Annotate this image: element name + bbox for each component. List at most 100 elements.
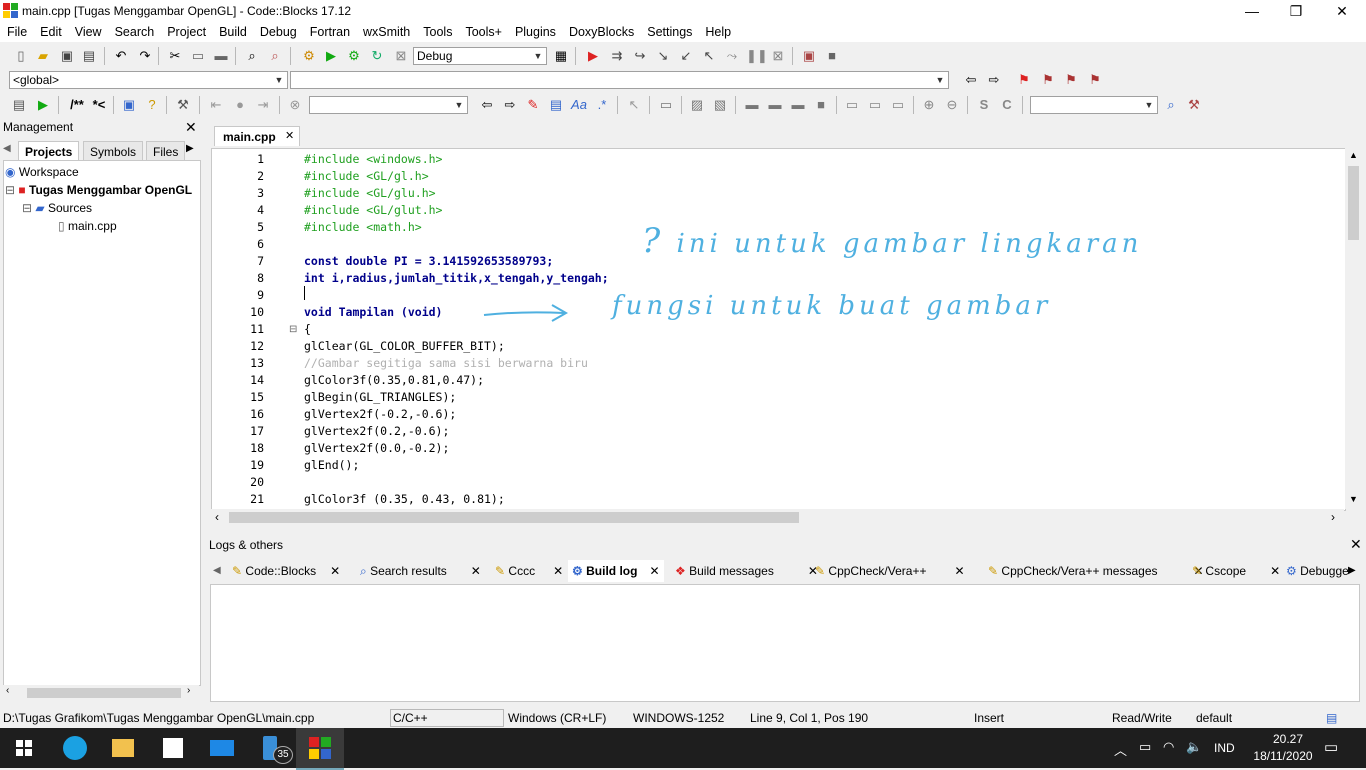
tab-files[interactable]: Files (146, 141, 186, 161)
close-tab-icon[interactable]: ✕ (649, 564, 659, 578)
debug-start-icon[interactable]: ▶ (584, 47, 602, 65)
frame-icon[interactable]: ▭ (657, 96, 675, 114)
build-target-select[interactable]: Debug ▼ (413, 47, 547, 65)
wifi-icon[interactable]: ◠ (1163, 739, 1174, 755)
paste-icon[interactable]: ▬ (212, 47, 230, 65)
code-line[interactable]: #include <GL/glu.h> (304, 186, 436, 200)
volume-icon[interactable]: 🔈 (1186, 739, 1202, 755)
debug-info-icon[interactable]: ■ (823, 47, 841, 65)
target-options-icon[interactable]: ▦ (552, 47, 570, 65)
clear-search-icon[interactable]: ⊗ (286, 96, 304, 114)
notifications-icon[interactable]: ▭ (1324, 738, 1338, 756)
bookmark-toggle-icon[interactable]: ⚑ (1015, 71, 1033, 89)
quick-search-input[interactable]: ▼ (309, 96, 468, 114)
vertical-scrollbar[interactable]: ▲ ▼ (1345, 148, 1362, 509)
taskbar-mail[interactable] (197, 728, 245, 768)
scope-select[interactable]: <global> ▼ (9, 71, 288, 89)
taskbar-store[interactable] (148, 728, 196, 768)
close-tab-icon[interactable]: ✕ (285, 129, 294, 142)
run-icon[interactable]: ▶ (322, 47, 340, 65)
rebuild-icon[interactable]: ↻ (368, 47, 386, 65)
collapse-icon[interactable]: ⊟ (22, 201, 32, 215)
s-icon[interactable]: S (975, 96, 993, 114)
undo-icon[interactable]: ↶ (112, 47, 130, 65)
search-icon[interactable]: ⌕ (1162, 96, 1180, 114)
logtab-cppcheck[interactable]: ✎ CppCheck/Vera++ ✕ (815, 560, 965, 582)
run-to-cursor-icon[interactable]: ⇉ (608, 47, 626, 65)
scroll-thumb[interactable] (27, 688, 181, 698)
logtab-build-log[interactable]: ⚙ Build log ✕ (568, 560, 664, 582)
close-tab-icon[interactable]: ✕ (471, 564, 481, 578)
logtab-cppcheck-messages[interactable]: ✎ CppCheck/Vera++ messages ✕ (988, 560, 1204, 582)
code-line[interactable]: const double PI = 3.141592653589793; (304, 254, 553, 268)
zoom-in-icon[interactable]: ⊕ (920, 96, 938, 114)
code-line[interactable]: glEnd(); (304, 458, 359, 472)
step-into-icon[interactable]: ↙ (677, 47, 695, 65)
function-select[interactable]: ▼ (290, 71, 949, 89)
tab-scroll-left-icon[interactable]: ◀ (3, 143, 11, 154)
code-line[interactable]: #include <GL/glut.h> (304, 203, 442, 217)
match-case-icon[interactable]: Aa (570, 96, 588, 114)
tree-folder-sources[interactable]: ⊟ ▰ Sources (22, 201, 92, 215)
search-next-icon[interactable]: ⇨ (501, 96, 519, 114)
menu-help[interactable]: Help (698, 22, 737, 39)
align-left-icon[interactable]: ▬ (743, 96, 761, 114)
menu-tools-plus[interactable]: Tools+ (458, 22, 507, 39)
copy-icon[interactable]: ▭ (189, 47, 207, 65)
close-tab-icon[interactable]: ✕ (330, 564, 340, 578)
doxy-block-comment-button[interactable]: /** (66, 96, 88, 114)
tab-scroll-right-icon[interactable]: ▶ (186, 143, 194, 154)
code-line[interactable]: void Tampilan (void) (304, 305, 442, 319)
code-line[interactable]: glBegin(GL_TRIANGLES); (304, 390, 456, 404)
chm-help-icon[interactable]: ? (143, 96, 161, 114)
fold-icon[interactable]: ⊟ (289, 324, 297, 335)
editor-tab-main[interactable]: main.cpp ✕ (214, 126, 300, 146)
scroll-right-icon[interactable]: › (1331, 510, 1335, 524)
save-icon[interactable]: ▣ (58, 47, 76, 65)
pointer-icon[interactable]: ↖ (625, 96, 643, 114)
code-line[interactable]: glVertex2f(0.0,-0.2); (304, 441, 449, 455)
scroll-left-icon[interactable]: ‹ (215, 510, 219, 524)
logtab-build-messages[interactable]: ❖ Build messages ✕ (675, 560, 818, 582)
close-icon[interactable]: ✕ (185, 119, 197, 136)
bookmark-clear-icon[interactable]: ⚑ (1086, 71, 1104, 89)
bookmark-next-icon[interactable]: ⚑ (1062, 71, 1080, 89)
step-out-icon[interactable]: ↖ (700, 47, 718, 65)
tab-symbols[interactable]: Symbols (83, 141, 144, 161)
tree-file-main[interactable]: ▯ main.cpp (58, 219, 117, 233)
scroll-up-icon[interactable]: ▲ (1349, 150, 1358, 160)
regex-icon[interactable]: .* (593, 96, 611, 114)
tab-projects[interactable]: Projects (18, 141, 80, 161)
code-line[interactable]: int i,radius,jumlah_titik,x_tengah,y_ten… (304, 271, 609, 285)
record-icon[interactable]: ● (231, 96, 249, 114)
align-justify-icon[interactable]: ■ (812, 96, 830, 114)
chevron-up-icon[interactable]: ︿ (1114, 740, 1127, 759)
menu-file[interactable]: File (0, 22, 33, 39)
text-frame-icon[interactable]: ▧ (711, 96, 729, 114)
menu-project[interactable]: Project (160, 22, 212, 39)
code-line[interactable]: glVertex2f(0.2,-0.6); (304, 424, 449, 438)
close-tab-icon[interactable]: ✕ (954, 564, 964, 578)
menu-doxyblocks[interactable]: DoxyBlocks (562, 22, 640, 39)
close-window-button[interactable]: ✕ (1319, 0, 1365, 22)
code-line[interactable]: glClear(GL_COLOR_BUFFER_BIT); (304, 339, 505, 353)
clock-time[interactable]: 20.27 (1262, 732, 1314, 746)
taskbar-edge[interactable] (50, 728, 98, 768)
build-run-icon[interactable]: ⚙ (345, 47, 363, 65)
new-file-icon[interactable]: ▯ (12, 47, 30, 65)
doxywizard-icon[interactable]: ▤ (10, 96, 28, 114)
image-icon[interactable]: ▨ (688, 96, 706, 114)
scroll-thumb[interactable] (1348, 166, 1359, 240)
jump-forward-icon[interactable]: ⇨ (985, 71, 1003, 89)
input-language[interactable]: IND (1214, 741, 1235, 755)
zoom-out-icon[interactable]: ⊖ (943, 96, 961, 114)
highlight-icon[interactable]: ✎ (524, 96, 542, 114)
clock-date[interactable]: 18/11/2020 (1247, 749, 1319, 763)
settings-wrench-icon[interactable]: ⚒ (1185, 96, 1203, 114)
tree-workspace[interactable]: ◉ Workspace (5, 165, 79, 179)
code-line[interactable]: glColor3f(0.35,0.81,0.47); (304, 373, 484, 387)
open-folder-icon[interactable]: ▰ (34, 47, 52, 65)
menu-debug[interactable]: Debug (253, 22, 303, 39)
redo-icon[interactable]: ↷ (136, 47, 154, 65)
abort-icon[interactable]: ⊠ (392, 47, 410, 65)
